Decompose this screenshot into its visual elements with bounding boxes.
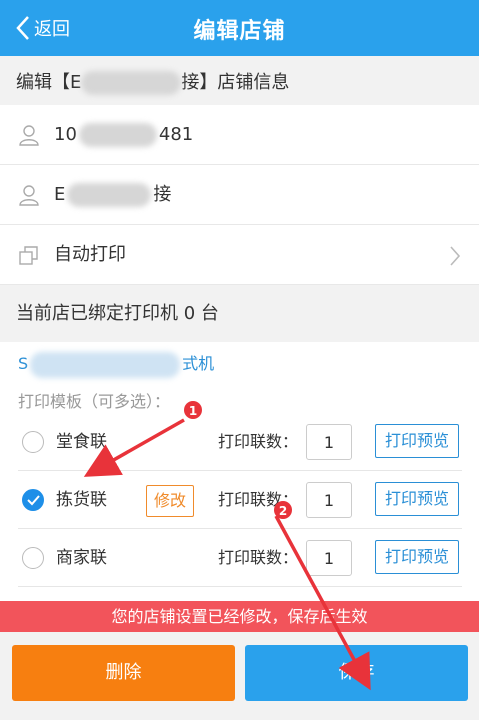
template-checkbox[interactable] [22,431,44,453]
template-name: 拣货联 [56,490,107,510]
redacted-blur [30,351,181,378]
template-row-dine-in: 堂食联 打印联数： 打印预览 [18,413,462,471]
shop-info-heading: 编辑【E 接】店铺信息 [0,56,479,110]
shop-name-value: E接 [54,183,172,207]
user-icon [19,185,39,206]
template-row-picking: 拣货联 修改 打印联数： 打印预览 [18,471,462,529]
save-button[interactable]: 保存 [245,645,468,701]
copies-label: 打印联数： [218,490,299,509]
template-row-merchant: 商家联 打印联数： 打印预览 [18,529,462,587]
unsaved-notice: 您的店铺设置已经修改，保存后生效 [0,601,479,632]
copies-label: 打印联数： [218,432,299,451]
auto-print-label: 自动打印 [54,244,126,265]
template-checkbox[interactable] [22,489,44,511]
shop-info-heading-suffix: 接】店铺信息 [181,72,290,93]
copies-input[interactable] [306,482,352,518]
printer-name[interactable]: S 式机 [18,350,214,378]
account-value: 10 481 [54,123,194,147]
copies-input[interactable] [306,540,352,576]
printer-icon [19,246,38,265]
bound-printers-heading: 当前店已绑定打印机 0 台 [0,286,479,342]
template-name: 商家联 [56,548,107,568]
template-checkbox[interactable] [22,547,44,569]
copies-input[interactable] [306,424,352,460]
redacted-blur [67,183,152,207]
copies-label: 打印联数： [218,548,299,567]
redacted-blur [78,123,157,147]
top-nav-bar: 返回 编辑店铺 [0,0,479,56]
account-row[interactable]: 10 481 [0,105,479,165]
user-icon [19,125,39,146]
template-label: 打印模板（可多选）： [18,392,171,411]
page-title: 编辑店铺 [193,19,286,44]
template-name: 堂食联 [56,432,107,452]
chevron-right-icon [450,246,461,266]
shop-info-heading-prefix: 编辑【E [16,72,82,93]
edit-template-button[interactable]: 修改 [146,485,194,517]
delete-button[interactable]: 删除 [12,645,235,701]
shop-name-row[interactable]: E接 [0,165,479,225]
auto-print-row[interactable]: 自动打印 [0,225,479,285]
preview-button[interactable]: 打印预览 [375,482,459,516]
preview-button[interactable]: 打印预览 [375,424,459,458]
redacted-blur [81,71,182,95]
preview-button[interactable]: 打印预览 [375,540,459,574]
checkmark-icon [27,495,40,506]
